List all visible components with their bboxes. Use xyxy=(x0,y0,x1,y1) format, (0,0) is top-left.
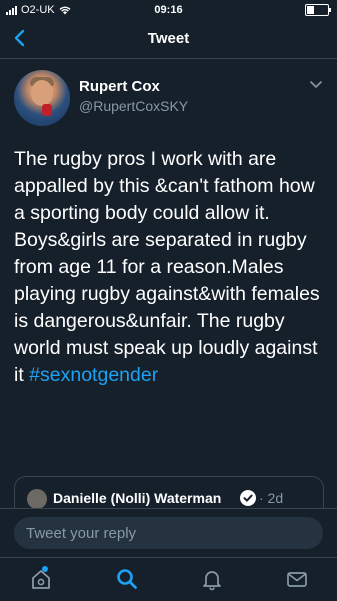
messages-icon xyxy=(287,572,307,587)
quoted-avatar xyxy=(27,489,47,509)
tab-home[interactable] xyxy=(28,566,54,592)
author-handle[interactable]: @RupertCoxSKY xyxy=(79,98,188,114)
chevron-down-icon[interactable] xyxy=(309,80,323,90)
notifications-icon xyxy=(203,571,221,591)
hashtag-link[interactable]: #sexnotgender xyxy=(29,364,158,386)
navigation-bar: Tweet xyxy=(0,20,337,59)
tab-notifications[interactable] xyxy=(199,566,225,592)
author-avatar[interactable] xyxy=(14,70,70,126)
reply-bar xyxy=(0,508,337,557)
home-icon xyxy=(32,570,50,589)
tweet-text: The rugby pros I work with are appalled … xyxy=(14,146,326,389)
page-title: Tweet xyxy=(147,30,190,47)
tab-bar xyxy=(0,557,337,601)
status-bar: O2-UK 09:16 xyxy=(0,0,337,20)
quoted-timestamp: · 2d xyxy=(259,490,284,506)
status-time: 09:16 xyxy=(154,4,183,16)
author-name[interactable]: Rupert Cox xyxy=(79,78,160,95)
tab-messages[interactable] xyxy=(284,566,310,592)
quoted-author-name: Danielle (Nolli) Waterman xyxy=(53,490,222,506)
reply-input[interactable] xyxy=(14,517,323,549)
tweet-body: The rugby pros I work with are appalled … xyxy=(14,148,320,386)
battery-icon xyxy=(305,4,331,16)
notification-dot xyxy=(42,566,48,572)
verified-badge-icon xyxy=(240,490,256,506)
tab-search[interactable] xyxy=(114,566,140,592)
search-icon xyxy=(117,569,137,589)
